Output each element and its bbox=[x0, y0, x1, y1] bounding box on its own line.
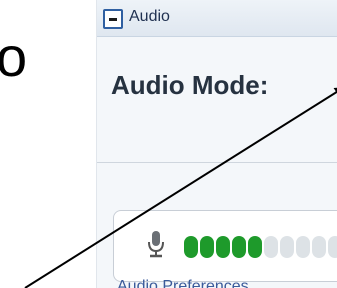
annotation-arrow bbox=[24, 86, 337, 288]
